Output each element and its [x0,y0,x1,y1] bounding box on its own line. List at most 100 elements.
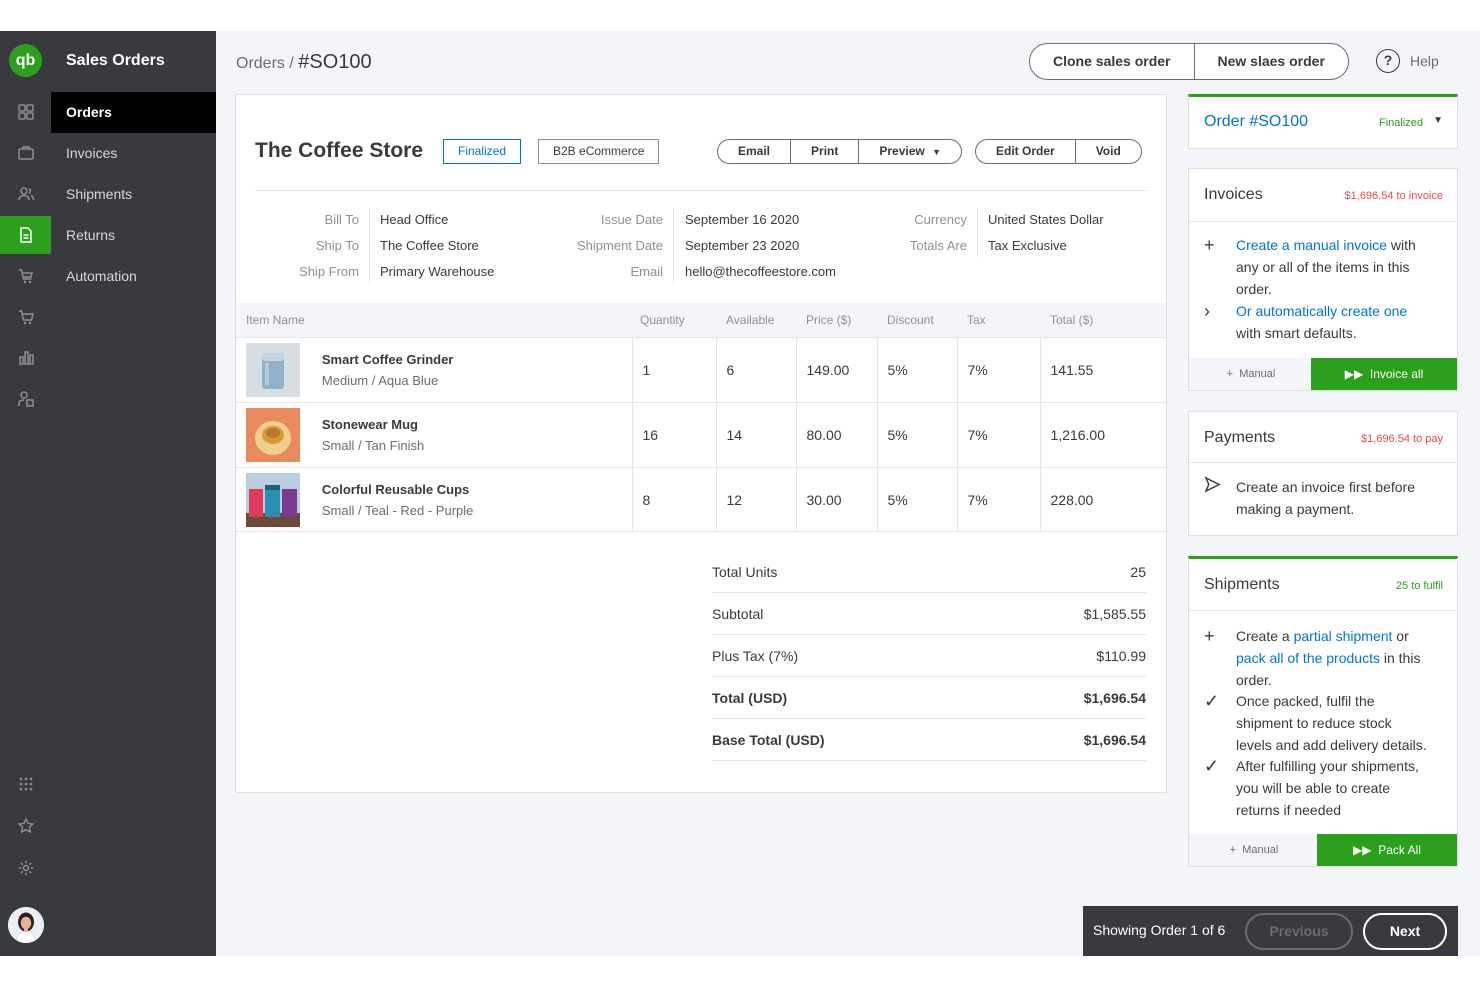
order-status-panel[interactable]: Order #SO100 Finalized ▼ [1188,94,1458,149]
item-name[interactable]: Smart Coffee Grinder [322,352,453,367]
table-row[interactable]: Smart Coffee Grinder Medium / Aqua Blue … [236,336,1166,402]
auto-create-invoice-link[interactable]: Or automatically create one [1236,303,1407,319]
item-name[interactable]: Colorful Reusable Cups [322,482,474,497]
header-divider [255,190,1147,191]
star-icon[interactable] [0,807,51,845]
order-status: Finalized [1378,117,1423,129]
item-cell: Smart Coffee Grinder Medium / Aqua Blue [236,336,632,402]
pack-all-button[interactable]: ▶▶ Pack All [1317,834,1457,866]
contacts-icon[interactable] [0,175,51,213]
order-title: Order #SO100 [1204,113,1309,130]
user-avatar[interactable] [8,907,44,943]
print-button[interactable]: Print [790,140,858,163]
help-button[interactable]: ? Help [1376,49,1439,73]
nav-item-automation[interactable]: Automation [51,256,216,297]
quantity-cell[interactable]: 1 [631,336,716,402]
next-button[interactable]: Next [1363,913,1447,950]
clone-sales-order-button[interactable]: Clone sales order [1030,44,1194,79]
pack-all-link[interactable]: pack all of the products [1236,650,1380,666]
new-sales-order-button[interactable]: New slaes order [1193,44,1348,79]
hint-text: Once packed, fulfil the shipment to reduc… [1236,690,1427,756]
partial-shipment-link[interactable]: partial shipment [1294,628,1393,644]
column-header[interactable]: Item Name [236,303,632,337]
ship-to-label: Ship To [315,238,359,253]
email-button[interactable]: Email [718,140,790,163]
reports-icon[interactable] [0,339,51,377]
quickbooks-logo[interactable]: qb [9,44,42,77]
manual-shipment-button[interactable]: + Manual [1189,834,1319,866]
column-header[interactable]: Discount [877,303,957,337]
tax-cell[interactable]: 7% [956,466,1040,532]
table-row[interactable]: Colorful Reusable Cups Small / Teal - Re… [236,466,1166,532]
hint-text-part: Create an invoice first before [1236,479,1415,495]
invoice-all-label: Invoice all [1369,367,1424,381]
table-bottom-border [236,531,1166,532]
nav-title: Sales Orders [66,52,165,69]
gear-icon[interactable] [0,849,51,887]
manual-invoice-button[interactable]: + Manual [1189,358,1313,390]
void-button[interactable]: Void [1074,140,1141,163]
tax-cell[interactable]: 7% [956,336,1040,402]
apps-grid-icon[interactable] [0,765,51,803]
nav-item-returns[interactable]: Returns [51,215,216,256]
dashboard-icon[interactable] [0,93,51,131]
tax-label: Plus Tax (7%) [712,647,799,664]
totals-are-label: Totals Are [909,238,967,253]
item-name[interactable]: Stonewear Mug [322,417,424,432]
column-header[interactable]: Total ($) [1040,303,1166,337]
invoice-all-button[interactable]: ▶▶ Invoice all [1311,358,1457,390]
plus-icon: + [1226,368,1234,380]
shipment-date-label: Shipment Date [577,238,663,253]
subtotal-label: Subtotal [712,605,764,622]
column-header[interactable]: Price ($) [796,303,877,337]
column-header[interactable]: Available [716,303,796,337]
total-units-value: 25 [1130,563,1146,580]
meta-divider [369,209,370,283]
payments-panel: Payments $1,696.54 to pay Create an invo… [1188,411,1458,536]
hint-text: Create a manual invoice with any or all o… [1236,234,1416,300]
shipments-title: Shipments [1204,576,1280,593]
breadcrumb-parent-link[interactable]: Orders / [236,55,294,72]
nav-item-orders[interactable]: Orders [51,92,216,133]
auto-invoice-hint: › Or automatically create one with smart … [1204,300,1444,344]
previous-button[interactable]: Previous [1245,913,1353,950]
discount-cell[interactable]: 5% [876,336,957,402]
create-manual-invoice-link[interactable]: Create a manual invoice [1236,237,1387,253]
hint-text-part: Once packed, fulfil the [1236,693,1375,709]
quantity-cell[interactable]: 16 [631,401,716,467]
available-cell: 14 [715,401,796,467]
discount-cell[interactable]: 5% [876,401,957,467]
product-image-mug [246,407,300,462]
purchase-cart-icon[interactable] [0,257,51,295]
price-cell[interactable]: 80.00 [795,401,877,467]
ship-from-value: Primary Warehouse [380,264,495,279]
hint-text-part: or [1392,628,1409,644]
item-variant: Small / Teal - Red - Purple [321,502,474,518]
price-cell[interactable]: 30.00 [795,466,877,532]
tax-cell[interactable]: 7% [956,401,1040,467]
nav-item-shipments[interactable]: Shipments [51,174,216,215]
sales-orders-icon[interactable] [0,216,51,254]
edit-order-button[interactable]: Edit Order [976,140,1075,163]
price-cell[interactable]: 149.00 [795,336,877,402]
manual-invoice-hint: + Create a manual invoice with any or all… [1204,234,1444,300]
table-header-row: Item Name Quantity Available Price ($) D… [236,303,1166,337]
tax-value: $110.99 [1096,647,1146,664]
column-header[interactable]: Tax [957,303,1040,337]
team-icon[interactable] [0,380,51,418]
hint-text-part: making a payment. [1236,501,1355,517]
hint-text: Or automatically create one with smart de… [1236,300,1407,344]
ship-from-label: Ship From [299,264,359,279]
briefcase-icon[interactable] [0,134,51,172]
quantity-cell[interactable]: 8 [631,466,716,532]
cart-icon[interactable] [0,298,51,336]
nav-item-invoices[interactable]: Invoices [51,133,216,174]
discount-cell[interactable]: 5% [876,466,957,532]
fast-forward-icon: ▶▶ [1353,843,1372,857]
section-nav: Sales Orders Orders Invoices Shipments R… [51,31,216,956]
preview-button[interactable]: Preview ▼ [858,140,961,163]
caret-down-icon[interactable]: ▼ [1433,115,1443,126]
table-row[interactable]: Stonewear Mug Small / Tan Finish 16 14 8… [236,401,1166,467]
column-header[interactable]: Quantity [632,303,716,337]
bill-to-label: Bill To [324,212,359,227]
